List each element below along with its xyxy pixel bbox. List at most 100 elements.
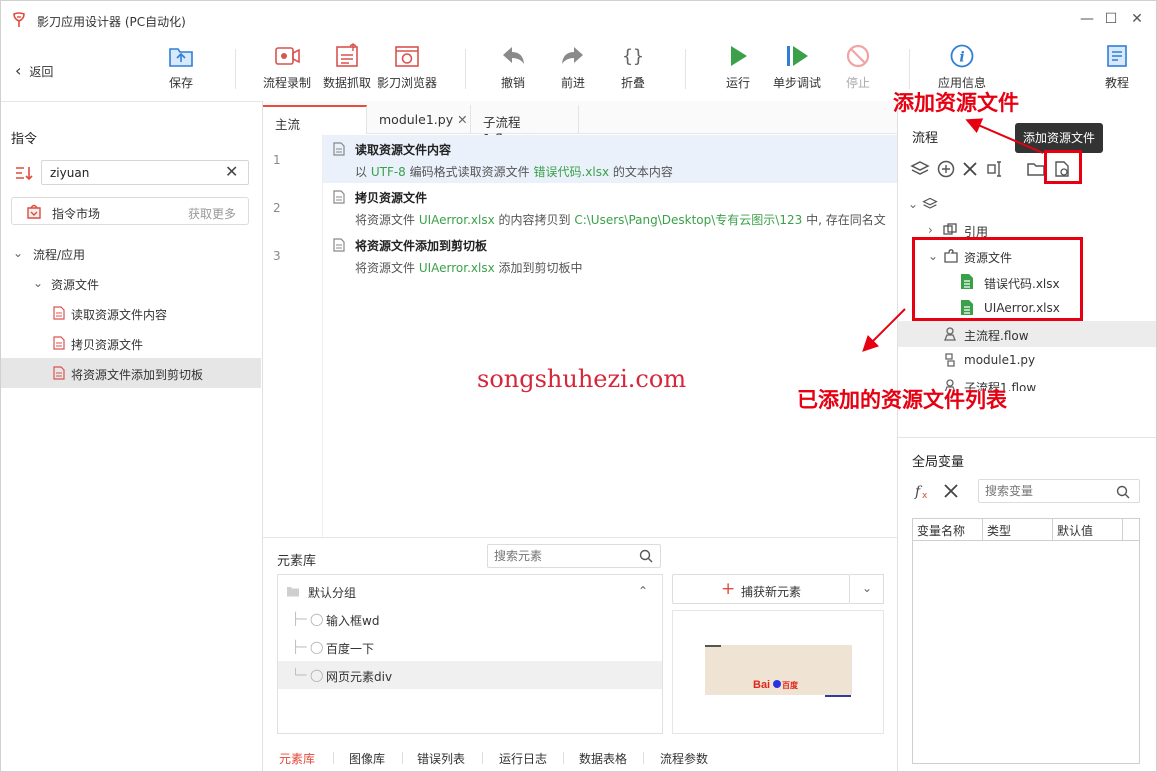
element-item[interactable]: ├─ ◯ 输入框wd [278,605,662,633]
step-debug-icon [787,46,808,66]
document-icon [53,306,65,320]
element-search-input[interactable] [487,544,661,568]
tree-subgroup-resource[interactable]: ⌄ 资源文件 [1,268,261,298]
document-icon [333,190,345,204]
tree-group-flow-app[interactable]: ⌄ 流程/应用 [1,238,261,268]
instruction-copy-resource[interactable]: 拷贝资源文件 [1,328,261,358]
instruction-search-input[interactable] [41,160,249,185]
line-number-gutter: 1 2 3 [263,134,323,537]
document-icon [53,336,65,350]
step-title: 读取资源文件内容 [355,143,452,157]
element-library-panel: 元素库 默认分组 ⌃ ├─ ◯ 输入框wd ├─ ◯ 百度一下 └─ ◯ 网 [263,537,897,771]
undo-icon [503,47,524,64]
market-icon [27,204,41,219]
column-header[interactable]: 变量名称 [913,519,983,541]
element-library-title: 元素库 [277,554,317,569]
tab-flow-params[interactable]: 流程参数 [660,750,708,767]
step-title: 拷贝资源文件 [355,191,428,205]
svg-text:x: x [922,491,928,500]
svg-text:百度: 百度 [782,680,799,690]
tutorial-button[interactable]: 教程 [1103,43,1131,91]
braces-icon: {} [622,46,644,67]
line-number: 3 [273,249,281,263]
tab-module1[interactable]: module1.py ✕ [367,105,471,134]
instruction-panel-title: 指令 [11,132,38,147]
close-tab-icon[interactable]: ✕ [457,112,467,127]
watermark-text: songshuhezi.com [477,365,687,393]
maximize-button[interactable]: ☐ [1101,9,1121,29]
chevron-down-icon: ⌄ [13,246,24,260]
chevron-left-icon: ‹ [15,61,22,80]
step-debug-button[interactable]: 单步调试 [773,43,821,91]
element-item[interactable]: ├─ ◯ 百度一下 [278,633,662,661]
redo-button[interactable]: 前进 [559,43,587,91]
tab-image-library[interactable]: 图像库 [349,750,385,767]
back-button[interactable]: ‹ 返回 [15,61,53,80]
instruction-panel: 指令 ✕ 指令市场 获取更多 ⌄ 流程/应用 ⌄ 资源文件 读取资源文件内容 [1,101,263,771]
get-more-link[interactable]: 获取更多 [188,205,236,222]
capture-new-element-button[interactable]: + 捕获新元素 [672,574,850,604]
svg-text:i: i [959,50,964,66]
data-capture-icon [336,43,358,67]
flow-editor: 主流程.flow✕ module1.py✕ 子流程1.flow✕ 1 2 3 读… [263,101,897,537]
app-info-button[interactable]: i 应用信息 [938,43,986,91]
flow-step[interactable]: 将资源文件添加到剪切板 将资源文件 UIAerror.xlsx 添加到剪切板中 [323,231,897,279]
info-icon: i [950,44,974,68]
folder-icon [287,587,299,597]
line-number: 1 [273,153,281,167]
clear-search-icon[interactable]: ✕ [225,162,238,181]
annotation-arrows [862,118,1044,352]
tutorial-book-icon [1107,45,1127,67]
element-item[interactable]: └─ ◯ 网页元素div [278,661,662,689]
column-header[interactable]: 类型 [983,519,1053,541]
run-button[interactable]: 运行 [724,43,752,91]
app-window: 影刀应用设计器 (PC自动化) — ☐ ✕ ‹ 返回 保存 流程录制 数据抓取 … [0,0,1157,772]
document-icon [333,238,345,252]
fold-button[interactable]: {} 折叠 [619,43,647,91]
minimize-button[interactable]: — [1077,9,1097,29]
browser-icon [395,46,419,67]
web-element-icon: ◯ [310,612,324,626]
element-group-default[interactable]: 默认分组 ⌃ [278,577,662,605]
yingdao-browser-button[interactable]: 影刀浏览器 [377,43,437,91]
chevron-down-icon: ⌄ [862,581,873,595]
svg-text:{}: {} [622,46,644,67]
column-header[interactable]: 默认值 [1053,519,1123,541]
instruction-read-resource[interactable]: 读取资源文件内容 [1,298,261,328]
record-icon [275,47,300,65]
undo-button[interactable]: 撤销 [499,43,527,91]
tab-error-list[interactable]: 错误列表 [417,750,465,767]
function-icon[interactable]: fx [914,482,934,500]
tab-element-library[interactable]: 元素库 [279,750,315,767]
tab-run-log[interactable]: 运行日志 [499,750,547,767]
instruction-add-to-clipboard[interactable]: 将资源文件添加到剪切板 [1,358,261,388]
market-label: 指令市场 [52,207,101,221]
search-icon[interactable] [1116,485,1130,499]
save-button[interactable]: 保存 [167,43,195,91]
tab-data-table[interactable]: 数据表格 [579,750,627,767]
sort-icon[interactable] [15,165,33,181]
title-bar: 影刀应用设计器 (PC自动化) — ☐ ✕ [1,1,1156,39]
data-capture-button[interactable]: 数据抓取 [323,43,371,91]
record-button[interactable]: 流程录制 [263,43,311,91]
tab-subflow1[interactable]: 子流程1.flow✕ [471,105,579,146]
variable-table: 变量名称 类型 默认值 [912,518,1140,764]
close-button[interactable]: ✕ [1127,9,1147,29]
search-icon[interactable] [639,549,653,563]
app-title: 影刀应用设计器 (PC自动化) [37,15,186,29]
svg-text:Bai: Bai [753,679,770,691]
instruction-market-row[interactable]: 指令市场 获取更多 [11,197,249,225]
flow-step[interactable]: 读取资源文件内容 以 UTF-8 编码格式读取资源文件 错误代码.xlsx 的文… [323,135,897,183]
step-description: 将资源文件 UIAerror.xlsx 添加到剪切板中 [355,261,583,275]
delete-variable-icon[interactable] [942,482,960,500]
baidu-logo-image: Bai 百度 [753,679,799,691]
annotation-added-list: 已添加的资源文件列表 [797,388,1007,412]
chevron-up-icon[interactable]: ⌃ [638,584,648,598]
capture-dropdown-button[interactable]: ⌄ [850,574,884,604]
redo-icon [562,47,583,64]
step-title: 将资源文件添加到剪切板 [355,239,488,253]
flow-step[interactable]: 拷贝资源文件 将资源文件 UIAerror.xlsx 的内容拷贝到 C:\Use… [323,183,897,231]
stop-button[interactable]: 停止 [844,43,872,91]
document-icon [53,366,65,380]
tab-main-flow[interactable]: 主流程.flow✕ [263,105,367,151]
